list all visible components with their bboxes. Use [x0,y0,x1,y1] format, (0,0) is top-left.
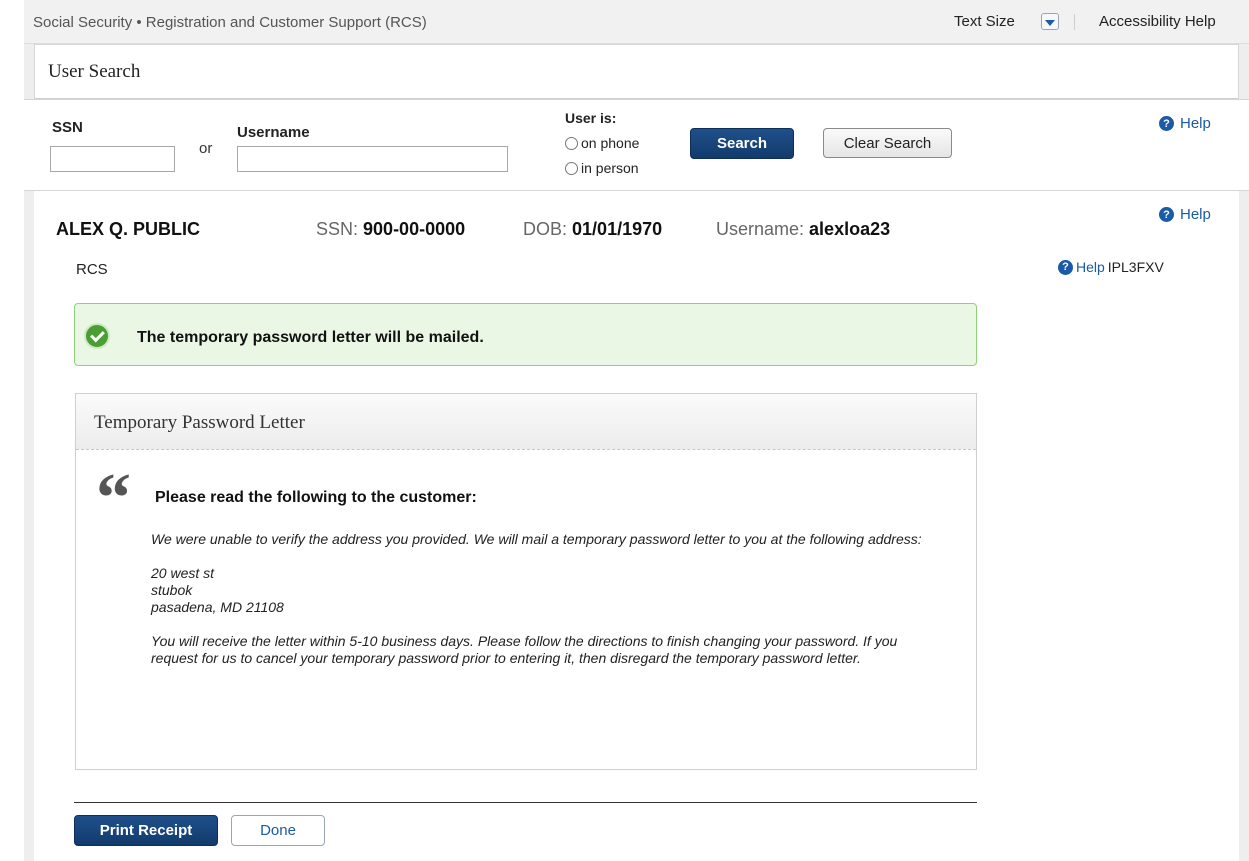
radio-label: in person [581,160,639,176]
ssn-input[interactable] [50,146,175,172]
ssn-label: SSN [52,119,83,136]
screen-help-link[interactable]: ? Help IPL3FXV [1058,259,1164,275]
letter-header: Temporary Password Letter [76,394,976,450]
customer-username: Username: alexloa23 [716,219,890,240]
chevron-down-icon[interactable] [1041,13,1059,30]
letter-card: Temporary Password Letter “ Please read … [75,393,977,770]
top-bar: Social Security • Registration and Custo… [24,0,1249,44]
customer-ssn: SSN: 900-00-0000 [316,219,465,240]
username-input[interactable] [237,146,508,172]
screen-code: IPL3FXV [1107,259,1164,275]
print-receipt-button[interactable]: Print Receipt [74,815,218,846]
radio-icon[interactable] [565,161,578,175]
done-button[interactable]: Done [231,815,325,846]
success-message: The temporary password letter will be ma… [137,329,484,346]
quote-icon: “ [96,460,131,537]
customer-name: ALEX Q. PUBLIC [56,219,201,239]
letter-body: We were unable to verify the address you… [151,531,941,684]
username-label: Username [237,124,310,141]
page-header: User Search [34,44,1239,99]
search-button[interactable]: Search [690,128,794,159]
ssn-field-label: SSN: [316,219,359,239]
address-line: pasadena, MD 21108 [151,599,284,615]
radio-in-person[interactable]: in person [565,160,639,176]
address-line: stubok [151,582,193,598]
customer-help-link[interactable]: ? Help [1159,206,1211,223]
dob-value: 01/01/1970 [572,219,663,239]
text-size-label: Text Size [954,13,1015,30]
letter-paragraph: You will receive the letter within 5-10 … [151,633,898,666]
address-line: 20 west st [151,565,215,581]
app-title: Social Security • Registration and Custo… [33,14,427,31]
username-value: alexloa23 [809,219,891,239]
customer-dob: DOB: 01/01/1970 [523,219,662,240]
page-title: User Search [48,61,141,82]
check-circle-icon [84,323,110,349]
dob-field-label: DOB: [523,219,568,239]
help-label: Help [1076,259,1105,275]
radio-icon[interactable] [565,136,578,150]
letter-paragraph: We were unable to verify the address you… [151,531,922,547]
clear-search-button[interactable]: Clear Search [823,128,952,158]
username-field-label: Username: [716,219,805,239]
help-label: Help [1180,115,1211,132]
search-panel: SSN or Username User is: on phone in per… [24,99,1249,191]
ssn-value: 900-00-0000 [363,219,466,239]
help-icon: ? [1159,207,1174,222]
accessibility-help-link[interactable]: Accessibility Help [1099,13,1216,30]
radio-on-phone[interactable]: on phone [565,135,639,151]
or-label: or [199,140,213,157]
letter-instruction: Please read the following to the custome… [155,489,477,506]
content-area: ALEX Q. PUBLIC SSN: 900-00-0000 DOB: 01/… [34,191,1239,861]
help-icon: ? [1159,116,1174,131]
address-block: 20 west st stubok pasadena, MD 21108 [151,565,941,616]
rcs-label: RCS [76,261,108,278]
search-help-link[interactable]: ? Help [1159,115,1211,132]
radio-label: on phone [581,135,640,151]
success-alert: The temporary password letter will be ma… [74,303,977,366]
footer-divider [74,802,977,803]
help-icon: ? [1058,259,1073,275]
help-label: Help [1180,206,1211,223]
divider [1074,14,1075,30]
user-is-label: User is: [565,110,617,126]
letter-title: Temporary Password Letter [94,412,305,433]
